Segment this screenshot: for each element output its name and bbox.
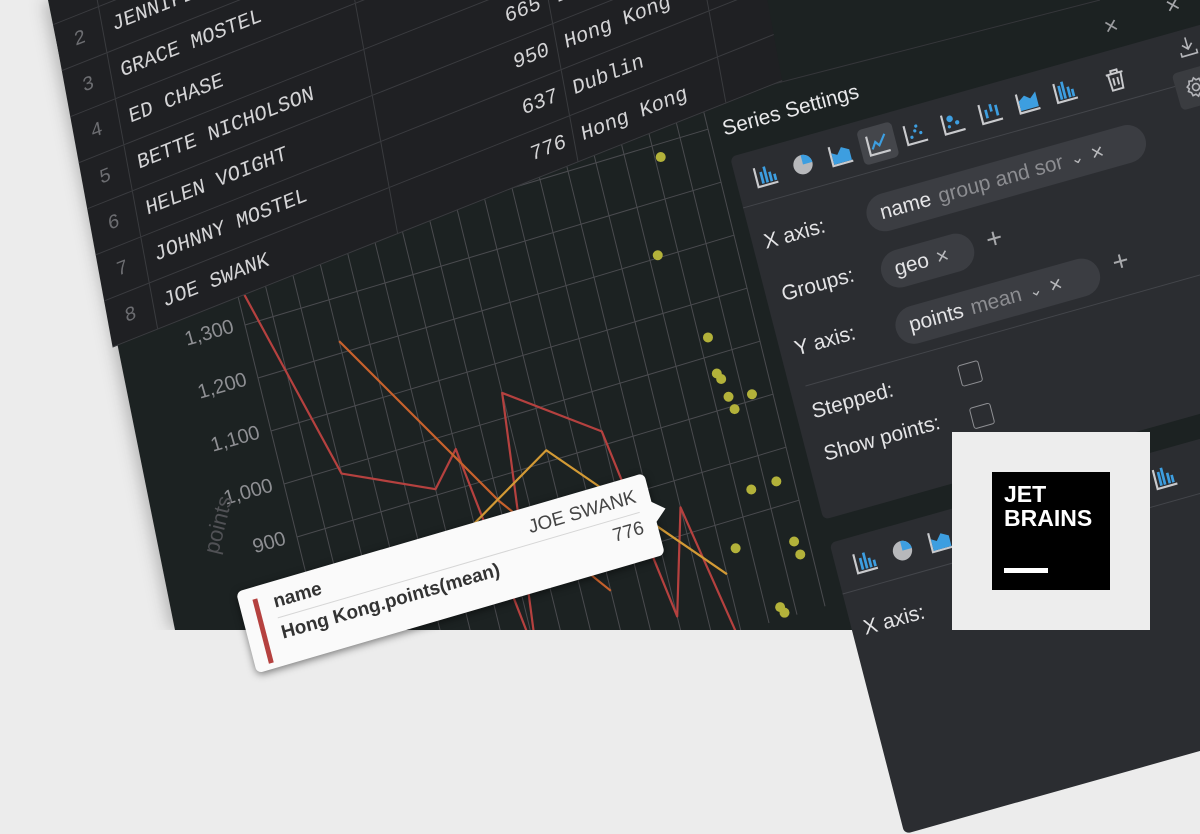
- tooltip-series-value: 776: [611, 518, 647, 548]
- logo-underline: [1004, 568, 1048, 573]
- chevron-down-icon[interactable]: ⌄: [1068, 147, 1086, 170]
- add-group-button[interactable]: +: [982, 221, 1006, 256]
- x-axis-value: name: [877, 188, 933, 225]
- stepped-label: Stepped:: [809, 378, 896, 424]
- x-axis-placeholder: group and sor: [936, 151, 1066, 209]
- bubble-chart-icon[interactable]: [931, 100, 975, 145]
- scatter-point: [703, 332, 713, 342]
- bar-chart-icon[interactable]: [744, 153, 788, 198]
- trash-icon[interactable]: [1094, 57, 1138, 102]
- x-axis-label-2: X axis:: [861, 600, 928, 640]
- scatter-point: [789, 537, 799, 547]
- gear-icon: [1181, 72, 1200, 102]
- bar-chart-icon[interactable]: [843, 539, 887, 584]
- group-value: geo: [892, 249, 932, 282]
- group-chip-geo[interactable]: geo ×: [877, 229, 979, 292]
- groups-label: Groups:: [779, 263, 857, 306]
- x-axis-label: X axis:: [762, 214, 829, 254]
- scatter-point: [730, 404, 740, 414]
- scatter-point: [747, 389, 757, 399]
- area-chart-icon[interactable]: [819, 132, 863, 177]
- add-y-axis-button[interactable]: +: [1109, 244, 1133, 279]
- scatter-point: [746, 484, 756, 494]
- scatter-chart-icon[interactable]: [894, 111, 938, 156]
- stacked-area-chart-icon[interactable]: [1006, 79, 1050, 124]
- scatter-point: [731, 543, 741, 553]
- tooltip-header-label: name: [271, 578, 324, 613]
- line-chart-icon[interactable]: [856, 121, 900, 166]
- y-tick-label: 1,300: [182, 316, 236, 351]
- gridline-horizontal: [271, 288, 747, 431]
- logo-text-line2: BRAINS: [1004, 506, 1092, 530]
- scatter-point: [656, 152, 666, 162]
- logo-text-line1: JET: [1004, 482, 1046, 506]
- grouped-bar-chart-icon[interactable]: [1043, 69, 1087, 114]
- stepped-checkbox[interactable]: [957, 360, 984, 387]
- scatter-point: [795, 549, 805, 559]
- y-axis-label: Y axis:: [792, 321, 858, 361]
- gridline-horizontal: [284, 341, 760, 484]
- scatter-point: [653, 250, 663, 260]
- scatter-point: [716, 374, 726, 384]
- y-tick-label: 1,100: [208, 422, 262, 457]
- column-chart-icon[interactable]: [968, 90, 1012, 135]
- scatter-point: [780, 608, 790, 618]
- show-points-label: Show points:: [821, 411, 942, 467]
- clear-x-axis-icon[interactable]: ×: [1088, 138, 1107, 167]
- remove-group-icon[interactable]: ×: [933, 242, 952, 271]
- pie-chart-icon[interactable]: [781, 142, 825, 187]
- pie-chart-icon[interactable]: [881, 528, 925, 573]
- y-axis-value: points: [906, 299, 966, 337]
- y-tick-label: 900: [250, 528, 288, 558]
- scatter-point: [724, 392, 734, 402]
- y-axis-aggregation: mean: [968, 283, 1024, 320]
- show-points-checkbox[interactable]: [969, 402, 996, 429]
- series-color-marker: [252, 598, 273, 663]
- chevron-down-icon[interactable]: ⌄: [1027, 279, 1045, 302]
- y-axis-title: points: [199, 493, 237, 556]
- clear-y-axis-icon[interactable]: ×: [1046, 271, 1065, 300]
- scatter-point: [771, 476, 781, 486]
- jetbrains-logo: JET BRAINS: [992, 472, 1110, 590]
- y-tick-label: 1,200: [195, 369, 249, 404]
